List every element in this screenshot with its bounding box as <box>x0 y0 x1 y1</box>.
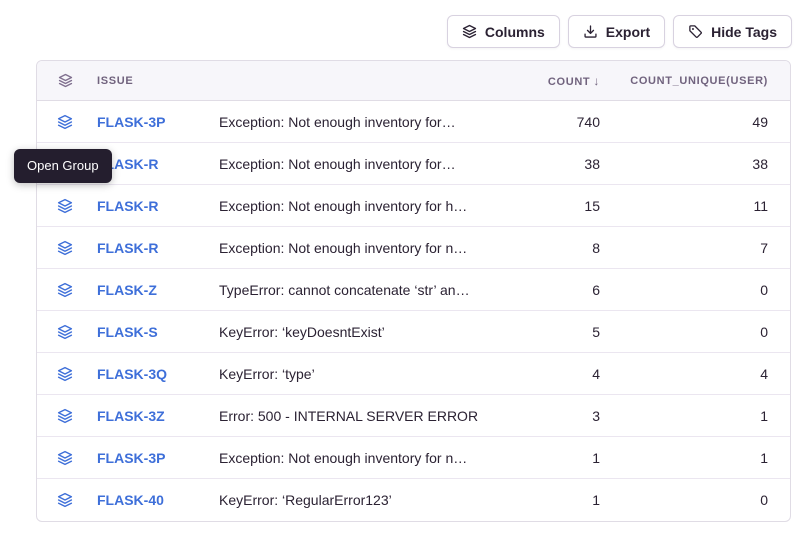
export-button-label: Export <box>606 24 650 40</box>
results-table: ISSUE COUNT↓ COUNT_UNIQUE(USER) FLASK-3P… <box>36 60 791 522</box>
count-unique-value: 38 <box>618 156 790 172</box>
count-column-header[interactable]: COUNT↓ <box>498 74 618 88</box>
count-unique-value: 0 <box>618 324 790 340</box>
issue-link[interactable]: FLASK-40 <box>93 492 219 508</box>
columns-button-label: Columns <box>485 24 545 40</box>
count-column-label: COUNT <box>548 76 590 88</box>
issue-stack-icon[interactable] <box>57 240 73 256</box>
count-value: 6 <box>498 282 618 298</box>
issue-stack-icon[interactable] <box>57 114 73 130</box>
table-toolbar: Columns Export Hide Tags <box>447 15 792 48</box>
table-header-row: ISSUE COUNT↓ COUNT_UNIQUE(USER) <box>37 61 790 101</box>
hide-tags-button-label: Hide Tags <box>711 24 777 40</box>
issue-link[interactable]: FLASK-R <box>93 156 219 172</box>
sort-desc-icon: ↓ <box>593 74 600 88</box>
issue-link[interactable]: FLASK-R <box>93 198 219 214</box>
table-row: FLASK-Z TypeError: cannot concatenate ‘s… <box>37 269 790 311</box>
issue-title: KeyError: ‘type’ <box>219 366 498 382</box>
issue-stack-icon[interactable] <box>57 450 73 466</box>
issue-stack-icon[interactable] <box>57 366 73 382</box>
table-row: FLASK-3Z Error: 500 - INTERNAL SERVER ER… <box>37 395 790 437</box>
issue-link[interactable]: FLASK-3Z <box>93 408 219 424</box>
columns-button[interactable]: Columns <box>447 15 560 48</box>
export-button[interactable]: Export <box>568 15 665 48</box>
issue-stack-icon[interactable] <box>57 408 73 424</box>
count-unique-value: 0 <box>618 282 790 298</box>
tag-icon <box>688 24 703 39</box>
issue-title: Exception: Not enough inventory for… <box>219 114 498 130</box>
count-unique-value: 7 <box>618 240 790 256</box>
issue-stack-icon[interactable] <box>57 324 73 340</box>
count-unique-value: 1 <box>618 408 790 424</box>
open-group-tooltip: Open Group <box>14 149 112 183</box>
count-unique-value: 11 <box>618 198 790 214</box>
table-row: FLASK-3P Exception: Not enough inventory… <box>37 437 790 479</box>
count-value: 4 <box>498 366 618 382</box>
issue-title: Exception: Not enough inventory for n… <box>219 240 498 256</box>
issue-title: Exception: Not enough inventory for h… <box>219 198 498 214</box>
issue-title: Exception: Not enough inventory for… <box>219 156 498 172</box>
download-icon <box>583 24 598 39</box>
issue-link[interactable]: FLASK-3P <box>93 450 219 466</box>
count-unique-value: 1 <box>618 450 790 466</box>
issue-title: KeyError: ‘RegularError123’ <box>219 492 498 508</box>
issue-title: Exception: Not enough inventory for n… <box>219 450 498 466</box>
count-unique-column-header[interactable]: COUNT_UNIQUE(USER) <box>618 75 790 87</box>
issue-link[interactable]: FLASK-3Q <box>93 366 219 382</box>
count-unique-value: 49 <box>618 114 790 130</box>
table-row: FLASK-40 KeyError: ‘RegularError123’ 1 0 <box>37 479 790 521</box>
issue-stack-icon[interactable] <box>57 492 73 508</box>
count-value: 8 <box>498 240 618 256</box>
issue-link[interactable]: FLASK-Z <box>93 282 219 298</box>
hide-tags-button[interactable]: Hide Tags <box>673 15 792 48</box>
count-value: 740 <box>498 114 618 130</box>
count-unique-value: 0 <box>618 492 790 508</box>
issue-column-icon <box>37 73 93 88</box>
table-row: FLASK-R Exception: Not enough inventory … <box>37 227 790 269</box>
columns-icon <box>462 24 477 39</box>
count-value: 15 <box>498 198 618 214</box>
issue-link[interactable]: FLASK-S <box>93 324 219 340</box>
table-row: FLASK-3P Exception: Not enough inventory… <box>37 101 790 143</box>
table-row: FLASK-R Exception: Not enough inventory … <box>37 185 790 227</box>
count-value: 3 <box>498 408 618 424</box>
issue-title: Error: 500 - INTERNAL SERVER ERROR <box>219 408 498 424</box>
issue-link[interactable]: FLASK-3P <box>93 114 219 130</box>
count-value: 1 <box>498 492 618 508</box>
count-unique-value: 4 <box>618 366 790 382</box>
issue-column-header[interactable]: ISSUE <box>93 75 219 87</box>
issue-title: TypeError: cannot concatenate ‘str’ an… <box>219 282 498 298</box>
table-row: FLASK-3Q KeyError: ‘type’ 4 4 <box>37 353 790 395</box>
issue-title: KeyError: ‘keyDoesntExist’ <box>219 324 498 340</box>
issue-link[interactable]: FLASK-R <box>93 240 219 256</box>
count-value: 1 <box>498 450 618 466</box>
table-row: FLASK-S KeyError: ‘keyDoesntExist’ 5 0 <box>37 311 790 353</box>
issue-stack-icon[interactable] <box>57 198 73 214</box>
count-value: 38 <box>498 156 618 172</box>
issue-stack-icon[interactable] <box>57 282 73 298</box>
count-value: 5 <box>498 324 618 340</box>
table-row: FLASK-R Exception: Not enough inventory … <box>37 143 790 185</box>
